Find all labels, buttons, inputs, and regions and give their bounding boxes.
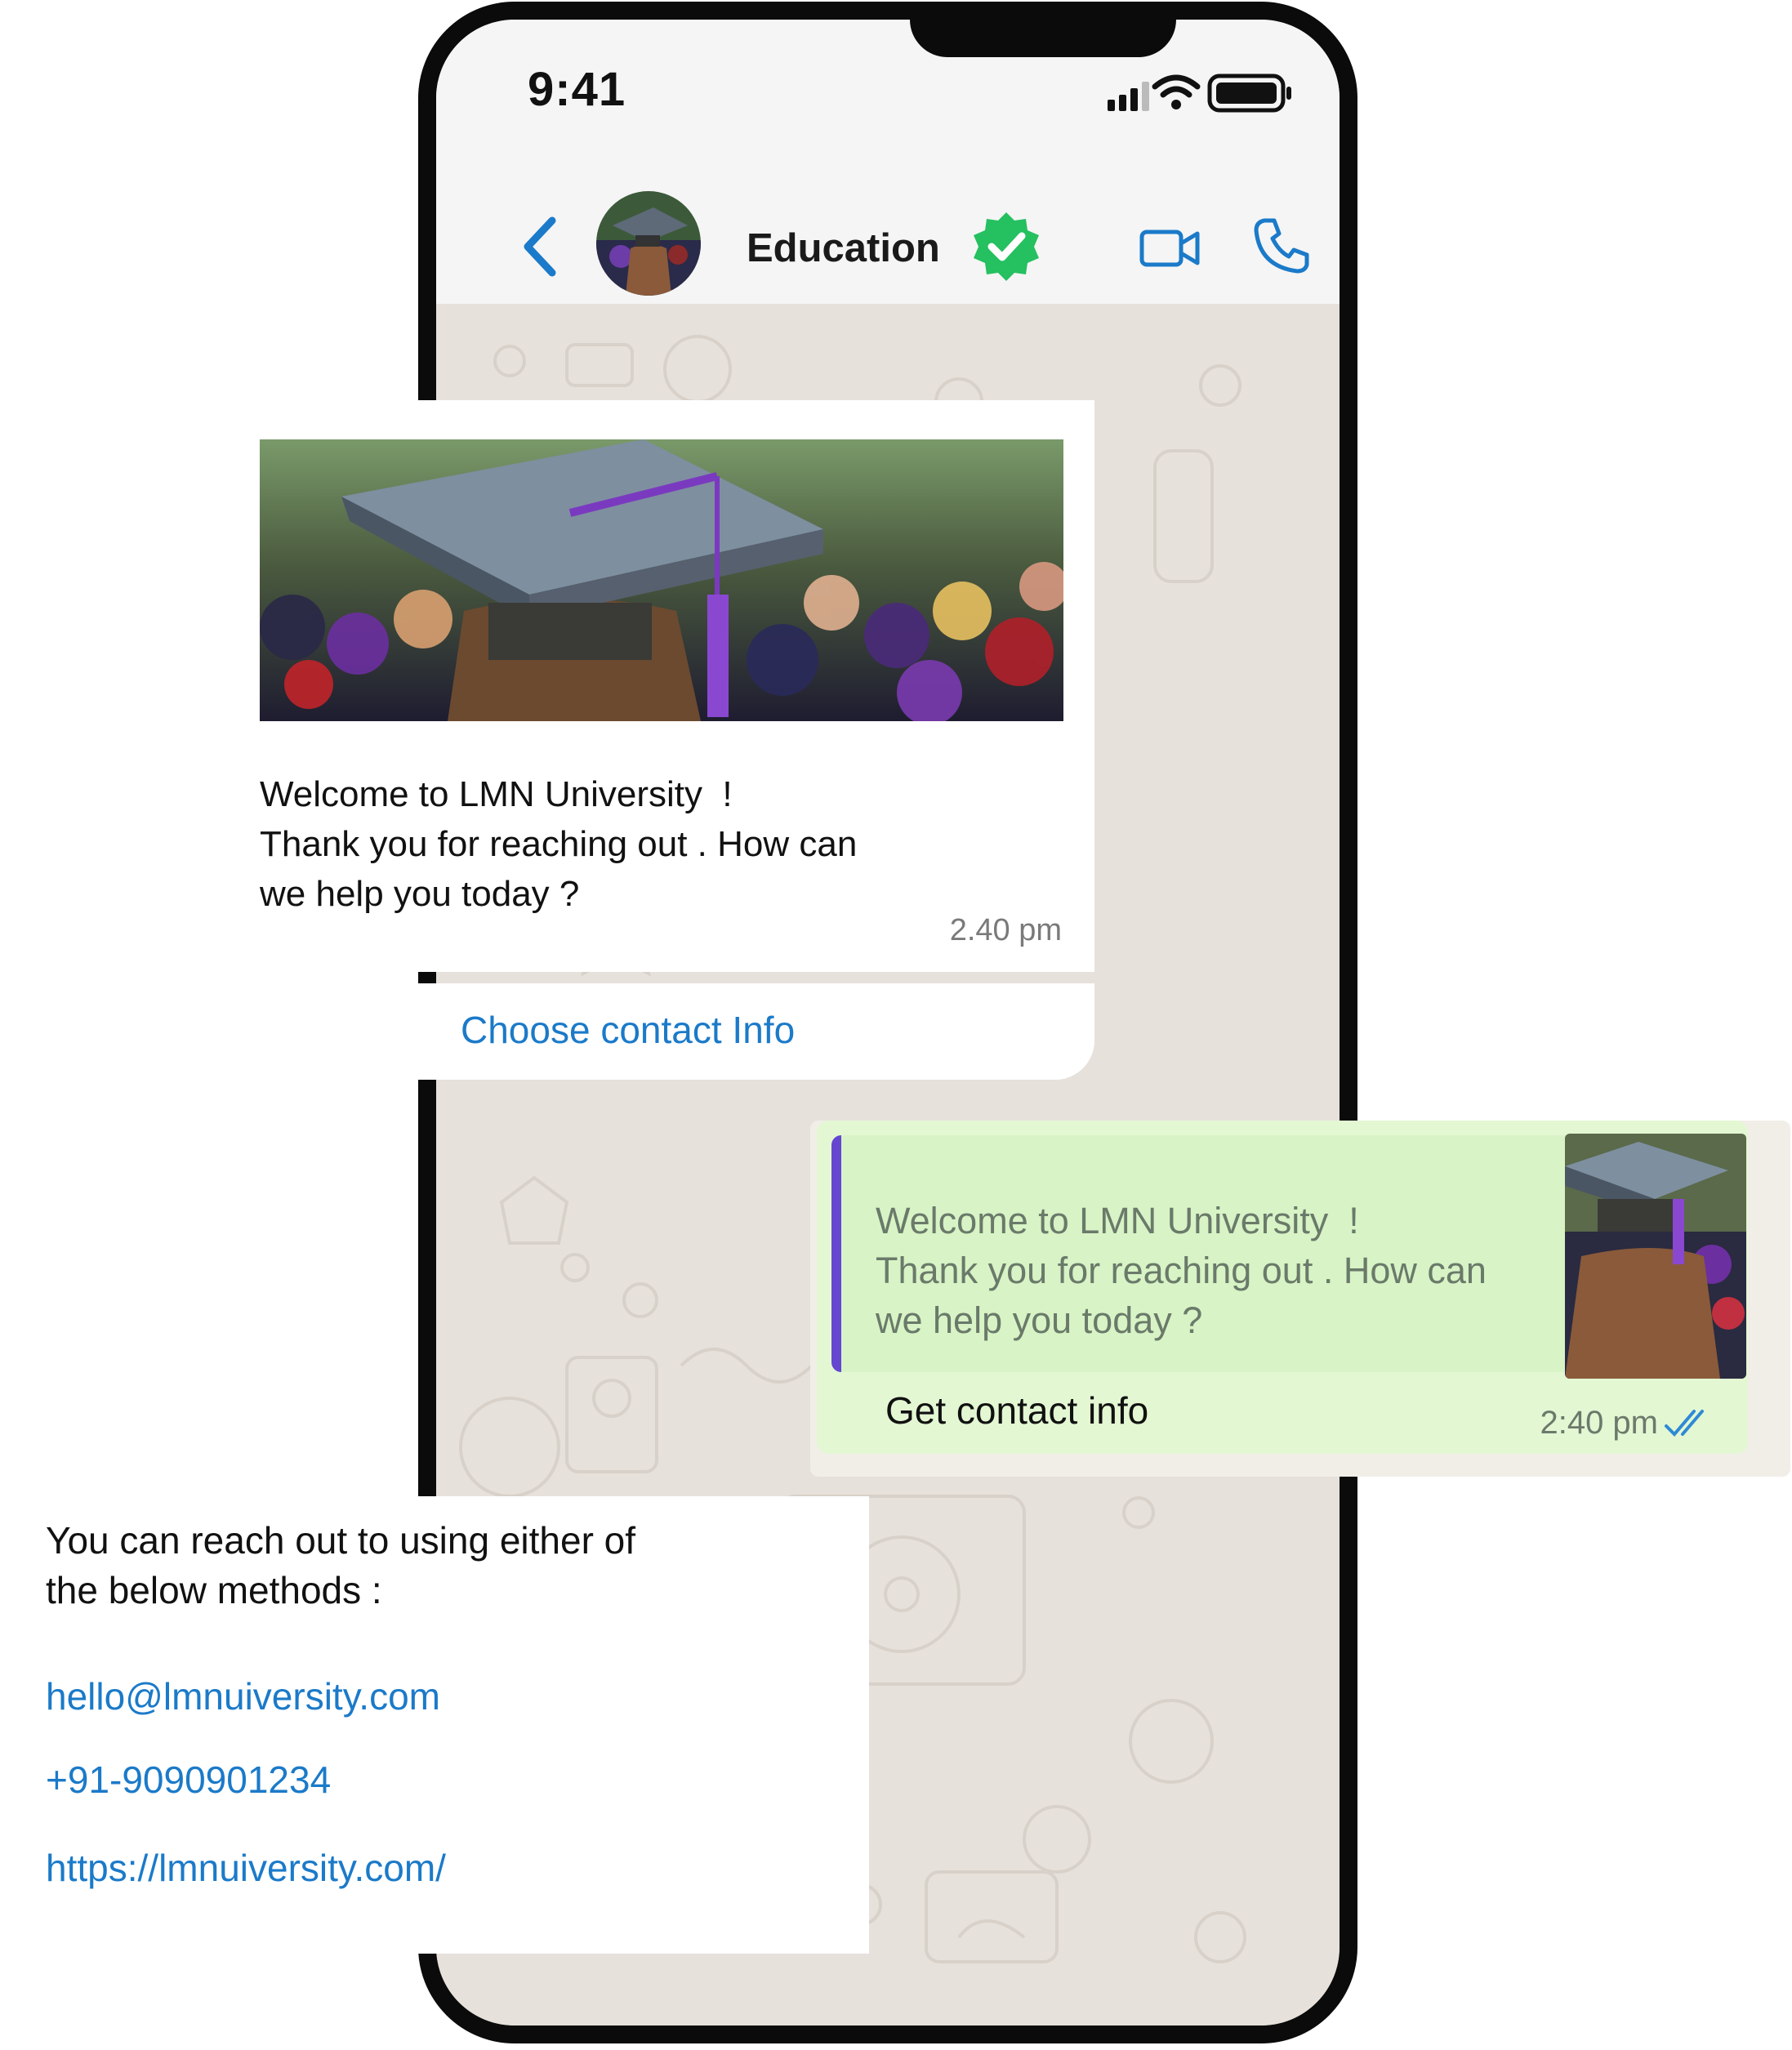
email-link[interactable]: hello@lmnuiversity.com [46,1674,440,1718]
info-line: the below methods : [46,1569,382,1611]
graduation-thumbnail-image [1565,1134,1746,1379]
quoted-line: Thank you for reaching out . How can [876,1250,1487,1291]
choose-contact-info-button[interactable]: Choose contact Info [418,983,1094,1080]
avatar[interactable] [596,191,701,296]
phone-call-icon[interactable] [1253,216,1312,274]
phone-link[interactable]: +91-9090901234 [46,1758,331,1802]
reply-bubble: Welcome to LMN University ! Thank you fo… [817,1121,1748,1454]
reply-text: Get contact info [885,1389,1149,1432]
incoming-message-card: Welcome to LMN University ! Thank you fo… [234,400,1094,972]
message-timestamp: 2.40 pm [949,913,1062,947]
chat-header: 9:41 Education [436,20,1340,304]
verified-badge-icon [974,212,1039,281]
quoted-line: Welcome to LMN University ! [876,1200,1359,1241]
website-link[interactable]: https://lmnuiversity.com/ [46,1846,446,1890]
wifi-icon [1152,74,1201,109]
graduation-avatar-image [596,191,701,296]
quoted-thumbnail [1565,1134,1746,1379]
incoming-message-text: Welcome to LMN University ! Thank you fo… [260,769,1060,919]
chat-title: Education [747,226,940,270]
quoted-message-text: Welcome to LMN University ! Thank you fo… [876,1196,1487,1345]
graduation-photo [260,439,1063,721]
double-check-icon [1665,1410,1704,1437]
contact-info-text: You can reach out to using either of the… [46,1516,635,1615]
message-line: Thank you for reaching out . How can [260,824,858,864]
reply-message-card: Welcome to LMN University ! Thank you fo… [810,1121,1790,1477]
quoted-line: we help you today ? [876,1299,1203,1341]
info-line: You can reach out to using either of [46,1519,636,1562]
choose-contact-info-label: Choose contact Info [461,1009,796,1051]
phone-notch [910,20,1176,57]
reply-timestamp: 2:40 pm [1540,1405,1658,1441]
battery-icon [1207,74,1291,113]
graduation-cap-image [260,439,1063,721]
status-time: 9:41 [528,63,626,116]
message-line: Welcome to LMN University ! [260,774,733,814]
video-call-icon[interactable] [1139,224,1201,273]
contact-info-card: You can reach out to using either of the… [0,1496,869,1954]
quote-accent-bar [831,1135,841,1372]
message-line: we help you today ? [260,874,580,914]
back-chevron-icon[interactable] [518,214,567,279]
